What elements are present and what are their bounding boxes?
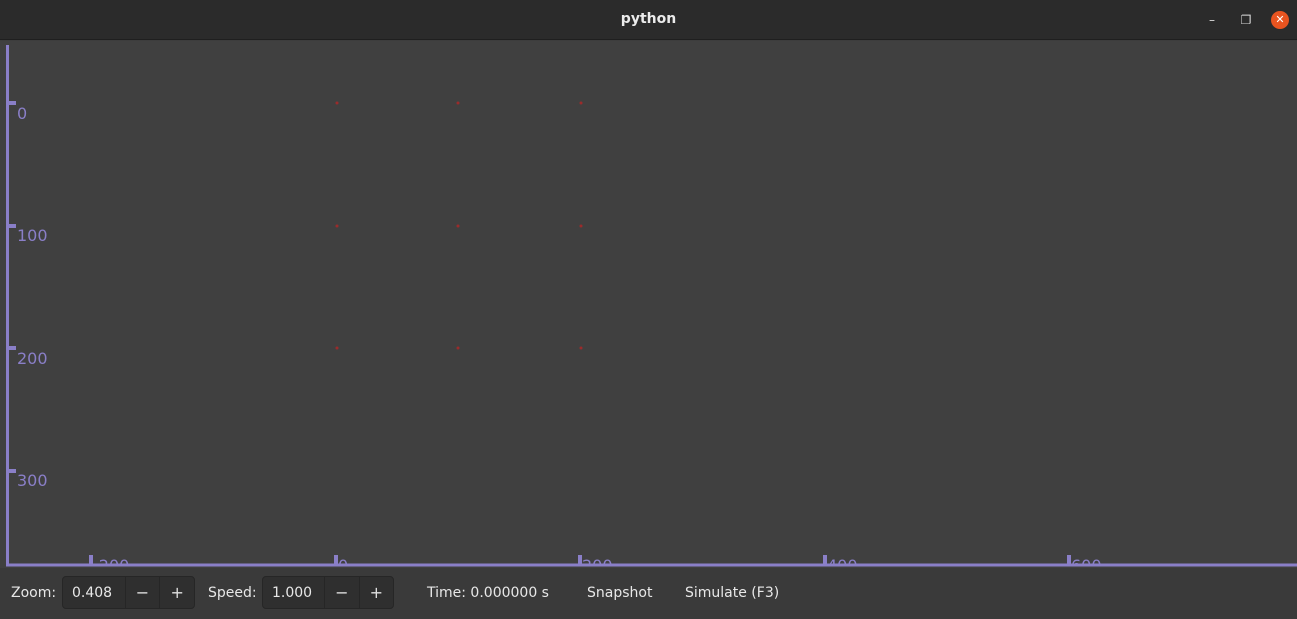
y-tick bbox=[7, 101, 16, 105]
snapshot-button[interactable]: Snapshot bbox=[587, 585, 652, 601]
simulate-button[interactable]: Simulate (F3) bbox=[685, 585, 779, 601]
point-marker bbox=[456, 224, 460, 228]
point-marker bbox=[335, 224, 339, 228]
point-marker bbox=[335, 346, 339, 350]
y-tick-label: 300 bbox=[17, 471, 48, 490]
title-bar: python – ❐ ✕ bbox=[0, 0, 1297, 40]
y-tick-label: 200 bbox=[17, 349, 48, 368]
y-tick bbox=[7, 346, 16, 350]
speed-spinbox[interactable]: 1.000 − + bbox=[262, 576, 394, 609]
minimize-icon[interactable]: – bbox=[1203, 11, 1221, 29]
point-marker bbox=[579, 224, 583, 228]
y-tick bbox=[7, 224, 16, 228]
maximize-icon[interactable]: ❐ bbox=[1237, 11, 1255, 29]
plot-area: 0 100 200 300 -200 0 200 400 600 bbox=[6, 45, 1297, 567]
point-marker bbox=[579, 101, 583, 105]
speed-label: Speed: bbox=[208, 585, 257, 601]
point-marker bbox=[579, 346, 583, 350]
speed-decrease-button[interactable]: − bbox=[324, 577, 358, 608]
y-tick-label: 0 bbox=[17, 104, 27, 123]
zoom-value[interactable]: 0.408 bbox=[63, 577, 125, 608]
point-marker bbox=[335, 101, 339, 105]
zoom-label: Zoom: bbox=[11, 585, 57, 601]
y-tick-label: 100 bbox=[17, 226, 48, 245]
y-tick bbox=[7, 469, 16, 473]
point-marker bbox=[456, 101, 460, 105]
control-bar: Zoom: 0.408 − + Speed: 1.000 − + Time: 0… bbox=[0, 568, 1297, 619]
time-readout: Time: 0.000000 s bbox=[427, 585, 549, 601]
simulation-canvas[interactable]: 0 100 200 300 -200 0 200 400 600 bbox=[0, 41, 1297, 568]
point-marker bbox=[456, 346, 460, 350]
zoom-decrease-button[interactable]: − bbox=[124, 577, 160, 608]
close-icon[interactable]: ✕ bbox=[1271, 11, 1289, 29]
window-title: python bbox=[620, 11, 677, 27]
speed-increase-button[interactable]: + bbox=[358, 577, 393, 608]
zoom-spinbox[interactable]: 0.408 − + bbox=[62, 576, 195, 609]
zoom-increase-button[interactable]: + bbox=[159, 577, 194, 608]
speed-value[interactable]: 1.000 bbox=[263, 577, 324, 608]
